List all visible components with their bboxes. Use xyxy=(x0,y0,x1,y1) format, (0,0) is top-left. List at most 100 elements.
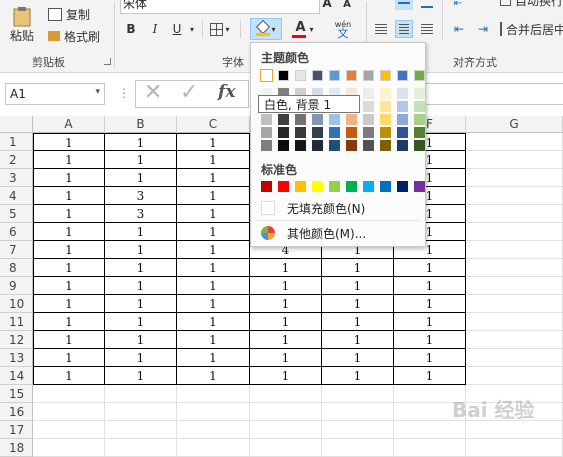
cell[interactable]: 1 xyxy=(250,313,322,331)
cell[interactable] xyxy=(177,385,250,403)
font-color-button[interactable]: A ▾ xyxy=(288,18,318,40)
cell[interactable] xyxy=(466,133,563,151)
theme-shade-swatch[interactable] xyxy=(346,140,357,151)
cell[interactable] xyxy=(466,367,563,385)
underline-dropdown-chevron-icon[interactable]: ▾ xyxy=(188,22,196,36)
cell[interactable]: 1 xyxy=(33,295,105,313)
cell[interactable]: 1 xyxy=(177,133,250,151)
standard-color-swatch[interactable] xyxy=(278,181,289,192)
theme-shade-swatch[interactable] xyxy=(414,101,425,112)
cell[interactable] xyxy=(466,259,563,277)
theme-shade-swatch[interactable] xyxy=(295,140,306,151)
select-all-corner[interactable] xyxy=(0,116,33,133)
theme-color-swatch[interactable] xyxy=(312,70,323,81)
bottom-align-button[interactable] xyxy=(418,0,436,10)
cell[interactable]: 1 xyxy=(177,313,250,331)
cell[interactable]: 3 xyxy=(105,205,177,223)
decrease-indent-button[interactable]: ⇤ xyxy=(448,0,468,10)
theme-shade-swatch[interactable] xyxy=(397,114,408,125)
cell[interactable]: 1 xyxy=(250,367,322,385)
cell[interactable]: 1 xyxy=(177,349,250,367)
cell[interactable]: 1 xyxy=(105,223,177,241)
cell[interactable] xyxy=(394,421,466,439)
standard-color-swatch[interactable] xyxy=(346,181,357,192)
cell[interactable] xyxy=(466,223,563,241)
align-left-button[interactable] xyxy=(372,20,390,38)
cell[interactable] xyxy=(33,421,105,439)
row-header[interactable]: 1 xyxy=(0,133,33,151)
cell[interactable]: 1 xyxy=(33,367,105,385)
merge-center-button[interactable]: 合并后居中 xyxy=(500,20,563,38)
middle-align-button[interactable] xyxy=(395,0,413,10)
cell[interactable]: 1 xyxy=(250,349,322,367)
cell[interactable]: 1 xyxy=(105,241,177,259)
column-header-a[interactable]: A xyxy=(33,116,105,133)
cell[interactable]: 1 xyxy=(105,277,177,295)
theme-shade-swatch[interactable] xyxy=(414,88,425,99)
enter-icon[interactable]: ✓ xyxy=(180,80,198,105)
cell[interactable]: 1 xyxy=(33,205,105,223)
cancel-icon[interactable]: ✕ xyxy=(144,80,162,105)
theme-shade-swatch[interactable] xyxy=(397,127,408,138)
cell[interactable] xyxy=(466,349,563,367)
clipboard-dialog-launcher-icon[interactable] xyxy=(104,58,111,65)
theme-shade-swatch[interactable] xyxy=(329,127,340,138)
row-header[interactable]: 15 xyxy=(0,385,33,403)
cell[interactable]: 1 xyxy=(394,367,466,385)
increase-indent-button[interactable]: ⇥ xyxy=(472,20,494,38)
insert-function-button[interactable]: fx xyxy=(218,82,235,102)
cell[interactable] xyxy=(466,241,563,259)
cell[interactable] xyxy=(322,421,394,439)
standard-color-swatch[interactable] xyxy=(295,181,306,192)
column-header-c[interactable]: C xyxy=(177,116,250,133)
cell[interactable] xyxy=(33,403,105,421)
cell[interactable] xyxy=(394,439,466,457)
theme-shade-swatch[interactable] xyxy=(346,114,357,125)
cell[interactable]: 1 xyxy=(33,277,105,295)
cell[interactable] xyxy=(466,421,563,439)
cell[interactable] xyxy=(466,169,563,187)
decrease-indent-2-button[interactable]: ⇤ xyxy=(448,20,470,38)
theme-shade-swatch[interactable] xyxy=(380,88,391,99)
standard-color-swatch[interactable] xyxy=(312,181,323,192)
cell[interactable]: 1 xyxy=(33,313,105,331)
theme-shade-swatch[interactable] xyxy=(414,127,425,138)
cell[interactable]: 1 xyxy=(33,151,105,169)
cell[interactable]: 1 xyxy=(105,151,177,169)
cell[interactable]: 1 xyxy=(394,259,466,277)
format-painter-button[interactable]: 格式刷 xyxy=(48,28,108,44)
theme-shade-swatch[interactable] xyxy=(261,140,272,151)
cell[interactable] xyxy=(322,385,394,403)
cell[interactable]: 1 xyxy=(177,259,250,277)
grow-font-button[interactable]: A xyxy=(320,0,334,10)
row-header[interactable]: 13 xyxy=(0,349,33,367)
align-right-button[interactable] xyxy=(418,20,436,38)
cell[interactable]: 1 xyxy=(322,295,394,313)
cell[interactable]: 1 xyxy=(394,295,466,313)
theme-color-swatch[interactable] xyxy=(295,70,306,81)
theme-color-swatch[interactable] xyxy=(346,70,357,81)
theme-shade-swatch[interactable] xyxy=(363,114,374,125)
theme-color-swatch[interactable] xyxy=(363,70,374,81)
row-header[interactable]: 5 xyxy=(0,205,33,223)
no-fill-option[interactable]: 无填充颜色(N) xyxy=(257,198,417,218)
theme-shade-swatch[interactable] xyxy=(380,114,391,125)
column-header-g[interactable]: G xyxy=(466,116,563,133)
row-header[interactable]: 7 xyxy=(0,241,33,259)
theme-shade-swatch[interactable] xyxy=(329,114,340,125)
cell[interactable] xyxy=(466,295,563,313)
cell[interactable]: 1 xyxy=(105,331,177,349)
cell[interactable]: 1 xyxy=(177,295,250,313)
row-header[interactable]: 8 xyxy=(0,259,33,277)
cell[interactable] xyxy=(322,439,394,457)
theme-color-swatch[interactable] xyxy=(278,70,289,81)
cell[interactable] xyxy=(250,439,322,457)
row-header[interactable]: 9 xyxy=(0,277,33,295)
cell[interactable]: 1 xyxy=(250,331,322,349)
theme-shade-swatch[interactable] xyxy=(295,114,306,125)
theme-shade-swatch[interactable] xyxy=(363,101,374,112)
theme-color-swatch[interactable] xyxy=(380,70,391,81)
wrap-text-button[interactable]: 自动换行 xyxy=(500,0,563,8)
font-name-select[interactable]: 宋体 xyxy=(120,0,320,14)
theme-shade-swatch[interactable] xyxy=(312,127,323,138)
